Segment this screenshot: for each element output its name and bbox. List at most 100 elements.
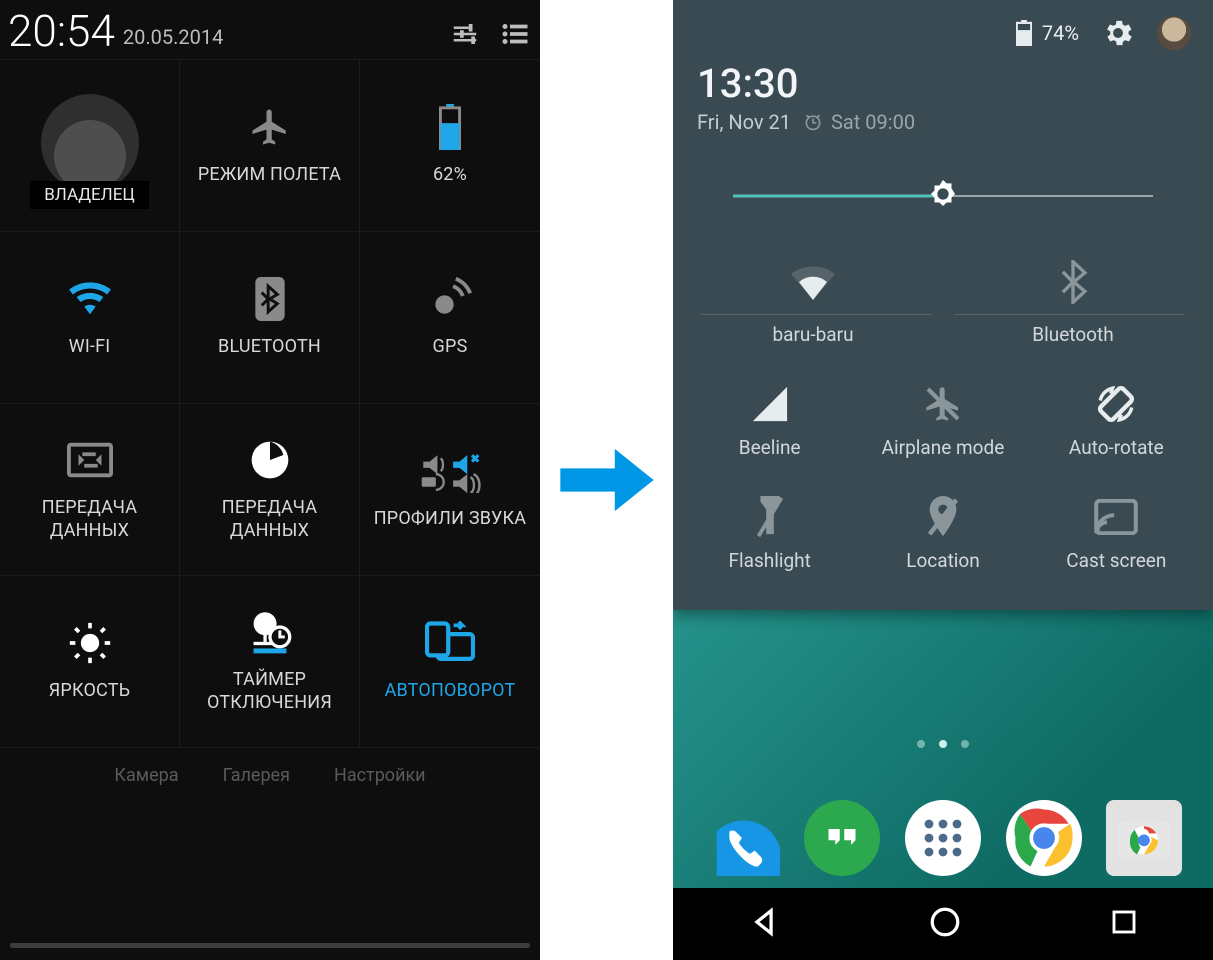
transition-arrow	[540, 0, 673, 960]
location-off-icon	[927, 495, 959, 539]
brightness-slider[interactable]	[733, 176, 1153, 216]
tile-data-transfer-2-label: ПЕРЕДАЧА ДАННЫХ	[222, 497, 317, 542]
sleep-timer-icon	[247, 609, 293, 655]
wifi-icon	[66, 276, 114, 322]
next-alarm-label: Sat 09:00	[831, 110, 915, 134]
homescreen-faded-labels: Камера Галерея Настройки	[0, 765, 540, 786]
status-bar: 20:54 20.05.2014	[0, 0, 540, 60]
bluetooth-icon	[253, 276, 287, 322]
bluetooth-icon	[1058, 260, 1088, 304]
tile-gps-label: GPS	[433, 336, 468, 359]
faded-camera-label: Камера	[114, 765, 178, 786]
tile-bluetooth[interactable]: BLUETOOTH	[180, 232, 360, 404]
tile-wifi-label: baru-baru	[772, 323, 853, 346]
quicksettings-panel: 74% 13:30 Fri, Nov 21 Sat 09:00	[673, 0, 1213, 610]
tile-airplane[interactable]: РЕЖИМ ПОЛЕТА	[180, 60, 360, 232]
tile-airplane-label: РЕЖИМ ПОЛЕТА	[198, 164, 341, 187]
wifi-icon	[789, 260, 837, 304]
panel-date: Fri, Nov 21	[697, 110, 791, 134]
dock	[673, 800, 1213, 876]
tile-sound-profiles[interactable]: ПРОФИЛИ ЗВУКА	[360, 404, 540, 576]
autorotate-icon	[425, 620, 475, 666]
phone-lollipop-quicksettings: 74% 13:30 Fri, Nov 21 Sat 09:00	[673, 0, 1213, 960]
dock-hangouts-icon[interactable]	[804, 800, 880, 876]
tile-battery-label: 62%	[433, 164, 467, 187]
tile-data-transfer[interactable]: ПЕРЕДАЧА ДАННЫХ	[0, 404, 180, 576]
status-battery[interactable]: 74%	[1016, 20, 1079, 46]
settings-sliders-icon[interactable]	[448, 19, 482, 53]
tile-wifi[interactable]: WI-FI	[0, 232, 180, 404]
airplane-off-icon	[923, 382, 963, 426]
tile-cast[interactable]: Cast screen	[1040, 479, 1193, 582]
qs-row-1-labels: baru-baru Bluetooth	[693, 315, 1193, 356]
tile-wifi[interactable]	[693, 244, 933, 314]
qs-row-2: Beeline Airplane mode Auto-rotate	[693, 366, 1193, 469]
tile-cellular-label: Beeline	[739, 436, 801, 459]
nav-recent-icon[interactable]	[1109, 907, 1139, 941]
tile-owner[interactable]: ВЛАДЕЛЕЦ	[0, 60, 180, 232]
tile-wifi-label: WI-FI	[69, 336, 111, 359]
flashlight-icon	[755, 495, 785, 539]
user-avatar[interactable]	[1157, 16, 1191, 50]
dock-chrome-icon[interactable]	[1006, 800, 1082, 876]
autorotate-icon	[1095, 382, 1137, 426]
tile-bluetooth[interactable]	[953, 244, 1193, 314]
gps-icon	[428, 276, 472, 322]
owner-label: ВЛАДЕЛЕЦ	[30, 181, 149, 209]
tile-data-transfer-2[interactable]: ПЕРЕДАЧА ДАННЫХ	[180, 404, 360, 576]
airplane-icon	[249, 104, 291, 150]
dock-apps-icon[interactable]	[905, 800, 981, 876]
tile-flashlight-label: Flashlight	[729, 549, 811, 572]
tile-autorotate[interactable]: Auto-rotate	[1040, 366, 1193, 469]
tile-airplane-label: Airplane mode	[882, 436, 1005, 459]
owner-avatar-icon	[41, 94, 139, 192]
tile-cast-label: Cast screen	[1066, 549, 1166, 572]
tile-cellular[interactable]: Beeline	[693, 366, 846, 469]
qs-row-3: Flashlight Location Cast screen	[693, 479, 1193, 582]
quicksettings-grid: ВЛАДЕЛЕЦ РЕЖИМ ПОЛЕТА 62% WI-FI BLUETO	[0, 60, 540, 748]
faded-gallery-label: Галерея	[223, 765, 290, 786]
tile-gps[interactable]: GPS	[360, 232, 540, 404]
tile-brightness-label: ЯРКОСТЬ	[49, 680, 131, 703]
tile-sound-profiles-label: ПРОФИЛИ ЗВУКА	[374, 508, 527, 531]
tile-flashlight[interactable]: Flashlight	[693, 479, 846, 582]
tile-bluetooth-label: BLUETOOTH	[218, 336, 321, 359]
tile-airplane[interactable]: Airplane mode	[866, 366, 1019, 469]
gear-icon[interactable]	[1101, 16, 1135, 50]
tile-autorotate-label: Auto-rotate	[1069, 436, 1164, 459]
tile-bluetooth-label: Bluetooth	[1032, 323, 1113, 346]
status-bar: 74%	[673, 10, 1213, 60]
brightness-thumb-icon[interactable]	[926, 177, 960, 215]
qs-row-1	[693, 244, 1193, 314]
battery-icon	[437, 104, 463, 150]
nav-back-icon[interactable]	[747, 905, 781, 943]
dock-phone-icon[interactable]	[704, 800, 780, 876]
tile-sleep-timer[interactable]: ТАЙМЕР ОТКЛЮЧЕНИЯ	[180, 576, 360, 748]
sound-profiles-icon	[418, 448, 482, 494]
data-transfer-icon	[67, 437, 113, 483]
panel-drag-handle[interactable]	[10, 943, 530, 948]
tile-battery[interactable]: 62%	[360, 60, 540, 232]
status-time: 20:54	[8, 9, 115, 53]
faded-settings-label: Настройки	[334, 765, 426, 786]
tile-autorotate[interactable]: АВТОПОВОРОТ	[360, 576, 540, 748]
tile-location[interactable]: Location	[866, 479, 1019, 582]
panel-time: 13:30	[697, 64, 1189, 104]
tile-data-transfer-label: ПЕРЕДАЧА ДАННЫХ	[42, 497, 137, 542]
signal-icon	[751, 382, 789, 426]
tile-sleep-timer-label: ТАЙМЕР ОТКЛЮЧЕНИЯ	[207, 669, 332, 714]
dock-camera-icon[interactable]	[1106, 800, 1182, 876]
tile-brightness[interactable]: ЯРКОСТЬ	[0, 576, 180, 748]
nav-home-icon[interactable]	[928, 905, 962, 943]
brightness-icon	[68, 620, 112, 666]
data-clock-icon	[250, 437, 290, 483]
notifications-list-icon[interactable]	[498, 19, 532, 53]
next-alarm[interactable]: Sat 09:00	[803, 110, 915, 134]
phone-kitkat-quicksettings: 20:54 20.05.2014 ВЛАДЕЛЕЦ РЕЖИМ ПОЛЕТА	[0, 0, 540, 960]
status-date: 20.05.2014	[123, 25, 223, 49]
tile-location-label: Location	[906, 549, 980, 572]
homescreen-pager	[673, 740, 1213, 748]
status-battery-pct: 74%	[1042, 21, 1079, 45]
navigation-bar	[673, 888, 1213, 960]
cast-icon	[1094, 495, 1138, 539]
